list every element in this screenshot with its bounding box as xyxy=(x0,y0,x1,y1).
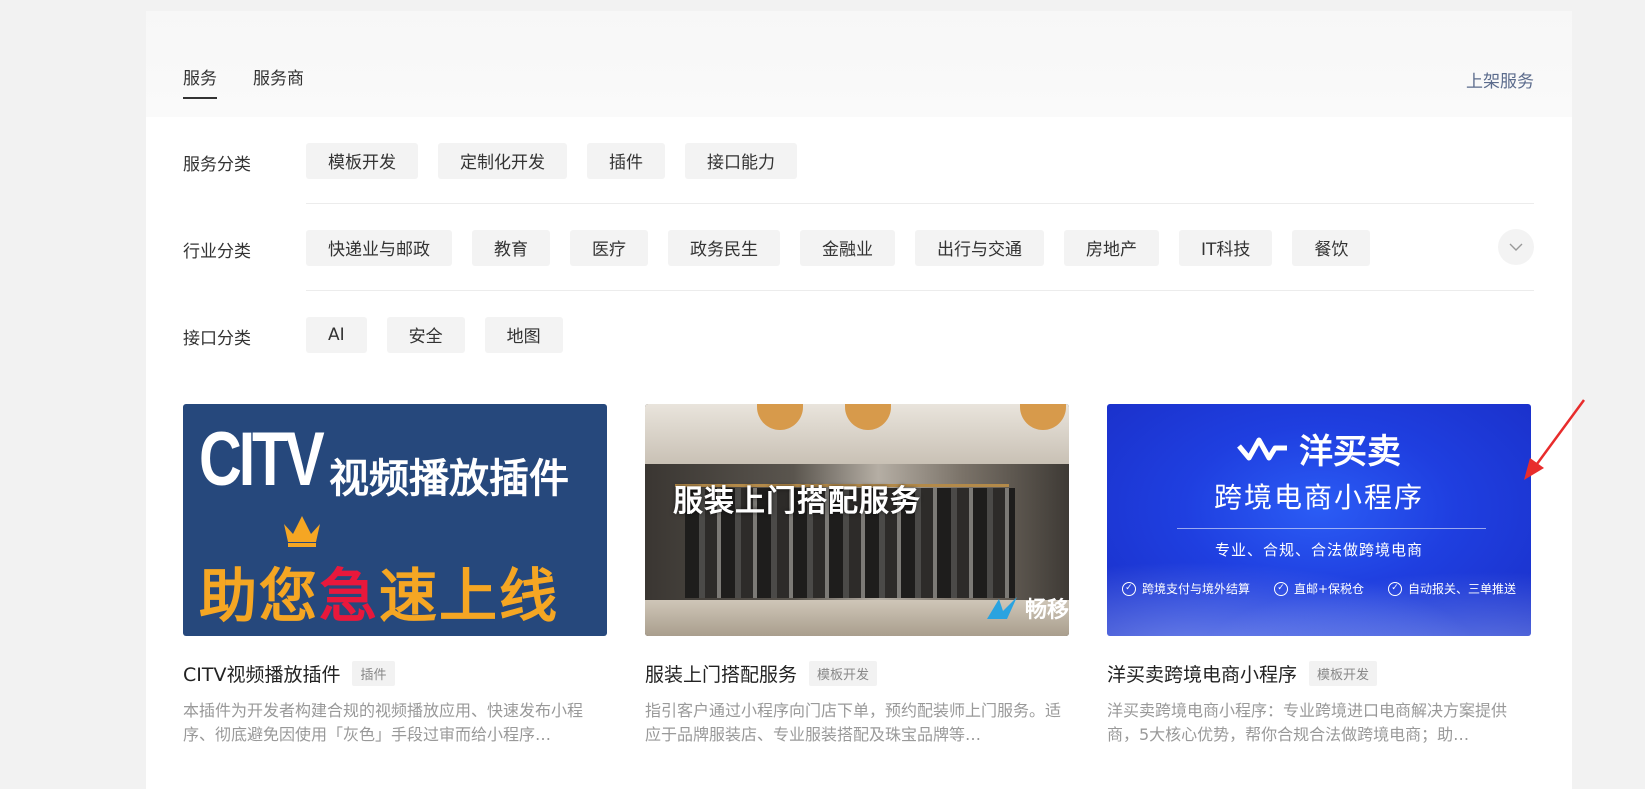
service-card[interactable]: CITV 视频播放插件 助您急速上线 CITV视频播放插件 插件 本插件为开发者… xyxy=(183,404,607,747)
wave-logo-icon xyxy=(1237,437,1287,460)
filter-section: 服务分类 模板开发 定制化开发 插件 接口能力 行业分类 快递业与邮政 教育 医… xyxy=(183,117,1534,378)
filter-row-industry: 行业分类 快递业与邮政 教育 医疗 政务民生 金融业 出行与交通 房地产 IT科… xyxy=(183,204,1534,291)
tab-bar: 服务 服务商 xyxy=(183,64,304,99)
crown-icon xyxy=(284,516,320,547)
card-thumbnail: CITV 视频播放插件 助您急速上线 xyxy=(183,404,607,636)
card-description: 洋买卖跨境电商小程序：专业跨境进口电商解决方案提供商，5大核心优势，帮你合规合法… xyxy=(1107,701,1508,744)
check-circle-icon: ✓ xyxy=(1273,581,1288,596)
filter-label: 行业分类 xyxy=(183,242,251,262)
list-service-link[interactable]: 上架服务 xyxy=(1466,67,1534,92)
feature-item: ✓ 直邮+保税仓 xyxy=(1273,580,1365,597)
filter-chip[interactable]: 模板开发 xyxy=(306,142,418,179)
filter-chip[interactable]: 餐饮 xyxy=(1292,229,1371,266)
card-title-row: 洋买卖跨境电商小程序 模板开发 xyxy=(1107,660,1531,687)
card-title[interactable]: 洋买卖跨境电商小程序 xyxy=(1107,660,1297,687)
tab-providers[interactable]: 服务商 xyxy=(253,64,304,99)
service-card[interactable]: 服装上门搭配服务 畅移 服装上门搭配服务 模板开发 指引客户通过小程序向门店下单… xyxy=(645,404,1069,747)
filter-chip[interactable]: AI xyxy=(306,316,367,353)
card-title[interactable]: 服装上门搭配服务 xyxy=(645,660,797,687)
card-title[interactable]: CITV视频播放插件 xyxy=(183,660,340,687)
filter-chip[interactable]: 医疗 xyxy=(570,229,648,266)
service-card-list: CITV 视频播放插件 助您急速上线 CITV视频播放插件 插件 本插件为开发者… xyxy=(183,404,1531,747)
banner-logo: 洋买卖 xyxy=(1107,424,1531,473)
card-title-row: CITV视频播放插件 插件 xyxy=(183,660,607,687)
card-tag: 插件 xyxy=(352,661,395,686)
filter-label: 服务分类 xyxy=(183,155,251,175)
feature-item: ✓ 自动报关、三单推送 xyxy=(1388,580,1516,597)
card-description: 指引客户通过小程序向门店下单，预约配装师上门服务。适应于品牌服装店、专业服装搭配… xyxy=(645,701,1062,744)
card-title-row: 服装上门搭配服务 模板开发 xyxy=(645,660,1069,687)
panel-header: 服务 服务商 上架服务 xyxy=(146,11,1572,117)
chevron-down-icon xyxy=(1509,243,1523,251)
banner-tagline: 专业、合规、合法做跨境电商 xyxy=(1214,541,1423,559)
banner-caption: 服装上门搭配服务 xyxy=(673,484,921,519)
card-tag: 模板开发 xyxy=(809,661,878,686)
filter-chip[interactable]: IT科技 xyxy=(1179,229,1273,266)
bird-logo-icon xyxy=(986,597,1017,619)
filter-chip[interactable]: 出行与交通 xyxy=(915,229,1044,266)
banner-brand: 畅移 xyxy=(985,592,1069,624)
filter-chips: AI 安全 地图 xyxy=(306,316,563,353)
feature-text: 自动报关、三单推送 xyxy=(1408,582,1517,596)
expand-industry-button[interactable] xyxy=(1498,229,1534,265)
service-market-panel: 服务 服务商 上架服务 服务分类 模板开发 定制化开发 插件 接口能力 行业分类… xyxy=(146,11,1572,789)
slogan-part: 速上线 xyxy=(379,562,560,630)
card-description: 本插件为开发者构建合规的视频播放应用、快速发布小程序、彻底避免因使用「灰色」手段… xyxy=(183,701,584,744)
filter-chip[interactable]: 房地产 xyxy=(1064,229,1159,266)
tab-services[interactable]: 服务 xyxy=(183,64,217,99)
filter-chip[interactable]: 插件 xyxy=(587,142,665,179)
check-circle-icon: ✓ xyxy=(1388,581,1403,596)
filter-chip[interactable]: 定制化开发 xyxy=(438,142,567,179)
banner-slogan: 助您急速上线 xyxy=(199,549,559,633)
banner-headline: 跨境电商小程序 xyxy=(1213,481,1424,514)
filter-chip[interactable]: 教育 xyxy=(472,229,550,266)
banner-subtitle: 视频播放插件 xyxy=(329,456,569,502)
check-circle-icon: ✓ xyxy=(1121,581,1136,596)
feature-text: 跨境支付与境外结算 xyxy=(1141,582,1250,596)
filter-label: 接口分类 xyxy=(183,329,251,349)
card-thumbnail: 洋买卖 跨境电商小程序 专业、合规、合法做跨境电商 ✓ 跨境支付与境外结算 ✓ 直邮… xyxy=(1107,404,1531,636)
banner-features: ✓ 跨境支付与境外结算 ✓ 直邮+保税仓 ✓ 自动报关、三单推送 xyxy=(1107,580,1531,597)
slogan-part: 助您 xyxy=(199,562,320,630)
filter-row-service: 服务分类 模板开发 定制化开发 插件 接口能力 xyxy=(183,117,1534,204)
filter-chip[interactable]: 政务民生 xyxy=(668,229,780,266)
filter-chips: 模板开发 定制化开发 插件 接口能力 xyxy=(306,142,797,179)
filter-chip[interactable]: 金融业 xyxy=(800,229,895,266)
card-tag: 模板开发 xyxy=(1309,661,1378,686)
banner-brand-text: CITV xyxy=(199,417,325,502)
filter-chip[interactable]: 接口能力 xyxy=(685,142,797,179)
service-card[interactable]: 洋买卖 跨境电商小程序 专业、合规、合法做跨境电商 ✓ 跨境支付与境外结算 ✓ 直邮… xyxy=(1107,404,1531,747)
red-arrow-annotation xyxy=(1524,399,1586,480)
logo-text: 洋买卖 xyxy=(1299,432,1401,472)
slogan-highlight: 急 xyxy=(319,562,380,630)
filter-chip[interactable]: 安全 xyxy=(386,316,465,353)
brand-name: 畅移 xyxy=(1024,598,1069,623)
feature-item: ✓ 跨境支付与境外结算 xyxy=(1121,580,1250,597)
filter-chips: 快递业与邮政 教育 医疗 政务民生 金融业 出行与交通 房地产 IT科技 餐饮 xyxy=(306,229,1371,266)
banner-divider xyxy=(1177,528,1486,529)
filter-chip[interactable]: 快递业与邮政 xyxy=(306,229,452,266)
filter-row-api: 接口分类 AI 安全 地图 xyxy=(183,291,1534,378)
filter-chip[interactable]: 地图 xyxy=(484,316,563,353)
feature-text: 直邮+保税仓 xyxy=(1293,582,1365,596)
card-thumbnail: 服装上门搭配服务 畅移 xyxy=(645,404,1069,636)
